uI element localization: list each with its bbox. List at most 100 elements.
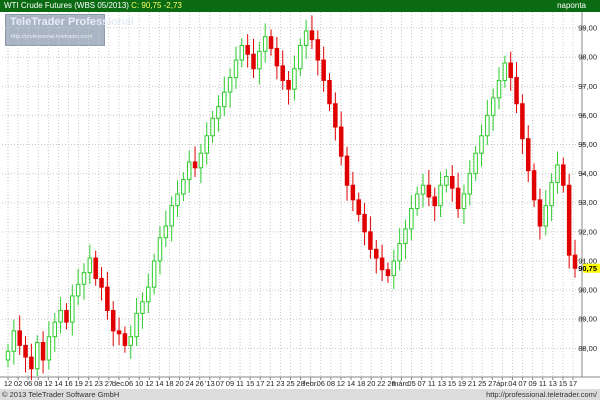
x-tick-label: 21 [468, 379, 476, 388]
candle-body-up [146, 286, 151, 303]
x-tick-label: 19 [458, 379, 466, 388]
candle-body-down [531, 170, 537, 201]
instrument-name: WTI Crude Futures (WBS 05/2013) [4, 1, 129, 10]
candle-body-up [298, 44, 303, 70]
x-tick-label: 21 [85, 379, 93, 388]
candle-body-down [356, 199, 361, 215]
candle-body-up [81, 272, 87, 285]
candle-body-down [508, 62, 513, 79]
candle-body-up [157, 237, 163, 262]
candle-body-up [186, 161, 192, 180]
candle-body-down [64, 309, 69, 323]
candle-body-down [338, 126, 344, 157]
candle-body-up [391, 260, 397, 277]
candle-body-up [397, 243, 402, 262]
chart-window: WTI Crude Futures (WBS 05/2013) C: 90,75… [0, 0, 600, 400]
candle-body-down [327, 79, 332, 105]
candle-body-up [140, 301, 145, 314]
x-tick-label: 17 [569, 379, 577, 388]
candle-body-up [163, 225, 169, 239]
candle-body-up [549, 181, 554, 207]
candle-body-down [99, 277, 104, 288]
candle-body-up [409, 208, 414, 230]
candle-body-up [87, 257, 93, 274]
x-tick-label: 23 [95, 379, 103, 388]
candle-body-up [128, 336, 134, 346]
candle-body-up [204, 135, 209, 154]
x-tick-label: 12 [337, 379, 345, 388]
candle-body-up [262, 36, 268, 52]
price-label: C: 90,75 -2,73 [131, 1, 182, 10]
x-tick-label: 18 [357, 379, 365, 388]
x-axis: 12 02 06 08 12 14 16 19 21 23 27dec.06 10 12 14 18 20 24… [4, 377, 577, 388]
x-tick-label: 12 [145, 379, 153, 388]
x-tick-label: '13 [205, 379, 215, 388]
candle-body-down [268, 36, 274, 49]
candle-body-down [449, 176, 455, 189]
candle-body-down [455, 187, 461, 210]
candle-body-up [479, 135, 484, 154]
candle-body-up [46, 336, 52, 361]
candle-body-up [216, 106, 221, 119]
x-tick-label: 11 [236, 379, 244, 388]
x-tick-label: 09 [226, 379, 234, 388]
y-tick-label: 95,00 [578, 140, 597, 149]
y-tick-label: 93,00 [578, 198, 597, 207]
y-tick-label: 94,00 [578, 169, 597, 178]
candle-body-up [52, 321, 58, 338]
candle-body-down [116, 330, 122, 335]
candle-body-down [122, 333, 128, 346]
x-tick-label: ápr. [496, 379, 509, 388]
candle-body-up [496, 79, 502, 99]
candle-body-up [473, 152, 478, 175]
candle-body-up [75, 283, 81, 297]
candle-body-down [274, 47, 280, 67]
candle-body-up [438, 184, 443, 207]
candle-body-down [29, 356, 34, 370]
candle-body-up [58, 309, 63, 323]
candle-body-up [543, 205, 549, 227]
period-label[interactable]: napontа [557, 0, 586, 12]
y-tick-label: 89,00 [578, 315, 597, 324]
x-tick-label: 13 [549, 379, 557, 388]
candle-body-up [444, 176, 449, 186]
x-tick-label: 20 [175, 379, 183, 388]
candle-body-down [566, 184, 572, 256]
x-tick-label: 06 [24, 379, 32, 388]
candle-body-down [23, 344, 28, 358]
candle-body-up [420, 184, 426, 195]
candle-body-down [514, 77, 519, 105]
candle-body-down [572, 254, 578, 269]
candle-body-up [303, 30, 309, 46]
x-tick-label: 12 [4, 379, 12, 388]
candle-body-down [379, 257, 385, 271]
x-tick-label: 26 [196, 379, 204, 388]
candle-body-down [432, 196, 437, 207]
y-axis: 88,0089,0090,0091,0092,0093,0094,0095,00… [578, 24, 600, 353]
candle-body-up [461, 193, 467, 210]
x-tick-label: 06 [317, 379, 325, 388]
candle-body-down [344, 155, 350, 186]
candle-body-up [292, 68, 297, 90]
x-tick-label: 02 [14, 379, 22, 388]
candle-body-up [467, 173, 473, 195]
x-tick-label: 09 [528, 379, 536, 388]
x-tick-label: 08 [327, 379, 335, 388]
x-tick-label: 12 [44, 379, 52, 388]
candle-body-down [520, 103, 525, 140]
candle-body-down [374, 248, 379, 259]
candle-body-up [70, 295, 75, 323]
candle-body-up [403, 228, 408, 245]
y-tick-label: 99,00 [578, 24, 597, 33]
x-tick-label: 07 [518, 379, 526, 388]
candle-body-up [5, 350, 11, 361]
candle-body-up [490, 97, 496, 116]
x-tick-label: 07 [417, 379, 425, 388]
candle-body-up [198, 152, 204, 169]
footer-url-link[interactable]: http://professional.teletrader.com/ [486, 389, 597, 400]
x-tick-label: 17 [256, 379, 264, 388]
candle-body-up [239, 44, 245, 61]
x-tick-label: 15 [246, 379, 254, 388]
y-tick-label: 98,00 [578, 53, 597, 62]
x-tick-label: 15 [559, 379, 567, 388]
